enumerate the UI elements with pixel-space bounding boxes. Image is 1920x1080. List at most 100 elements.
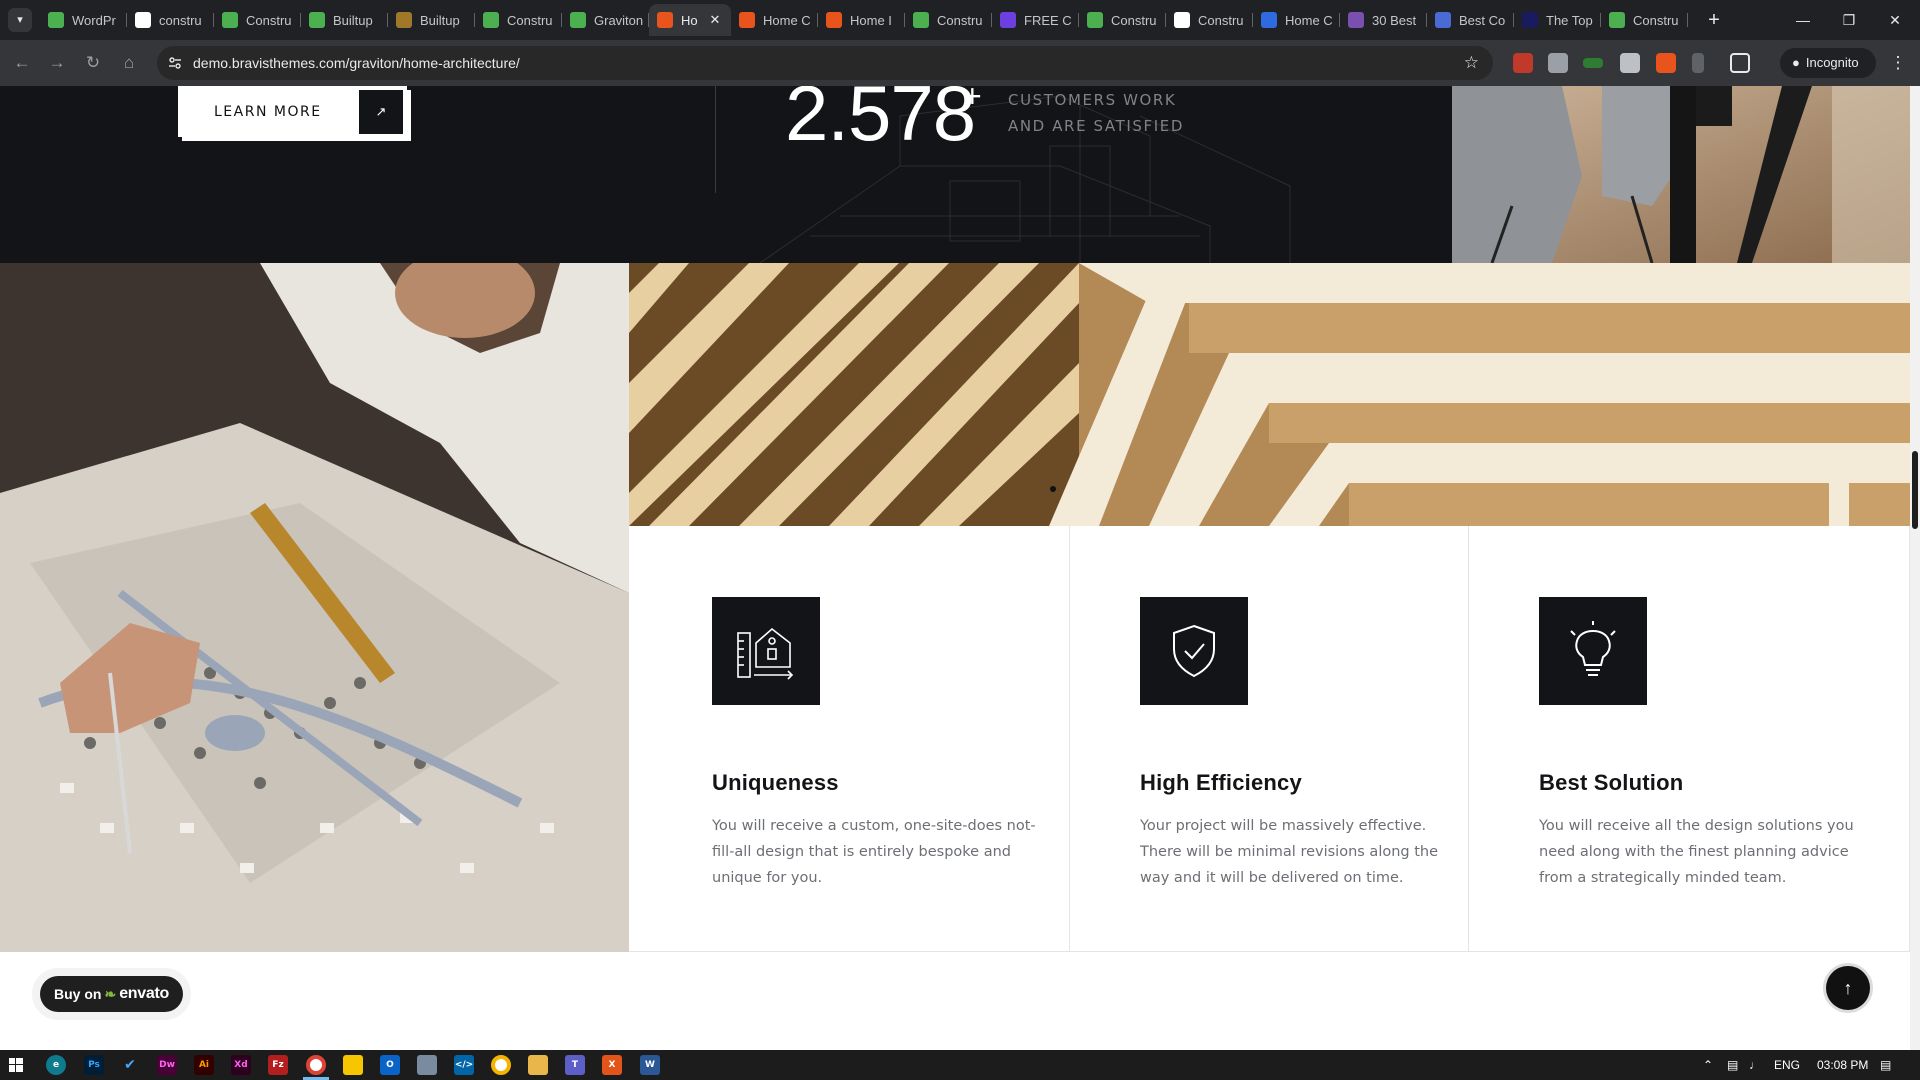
windows-taskbar: e Ps ✔ Dw Ai Xd Fz O </> T X W ⌃ ▤ ♩ ENG…: [0, 1050, 1920, 1080]
word-icon[interactable]: W: [640, 1055, 660, 1075]
outlook-icon[interactable]: O: [380, 1055, 400, 1075]
volume-icon[interactable]: ♩: [1749, 1050, 1761, 1080]
close-window-button[interactable]: ✕: [1872, 0, 1918, 40]
tray-overflow-icon[interactable]: ⌃: [1703, 1050, 1713, 1080]
tab-title: WordPr: [72, 12, 116, 28]
language-indicator[interactable]: ENG: [1774, 1050, 1800, 1080]
photoshop-icon[interactable]: Ps: [84, 1055, 104, 1075]
envato-leaf-icon: [1609, 12, 1625, 28]
extension-icon[interactable]: [1548, 53, 1568, 73]
browser-tab[interactable]: WordPr: [40, 4, 127, 36]
tab-title: Graviton: [594, 12, 644, 28]
page-scrollbar[interactable]: [1910, 86, 1920, 1050]
browser-tab[interactable]: constru: [127, 4, 214, 36]
reload-button[interactable]: ↻: [81, 51, 105, 75]
browser-toolbar: ← → ↻ ⌂ demo.bravisthemes.com/graviton/h…: [0, 40, 1920, 86]
colorlib-icon: [1348, 12, 1364, 28]
back-to-top-button[interactable]: ↑: [1826, 966, 1870, 1010]
edge-icon[interactable]: e: [46, 1055, 66, 1075]
file-explorer-icon[interactable]: [528, 1055, 548, 1075]
filezilla-icon[interactable]: Fz: [268, 1055, 288, 1075]
browser-tab[interactable]: Constru: [905, 4, 992, 36]
browser-tab[interactable]: The Top: [1514, 4, 1601, 36]
tab-title: Constru: [1111, 12, 1157, 28]
tab-close-icon[interactable]: ✕: [707, 12, 723, 28]
teams-icon[interactable]: T: [565, 1055, 585, 1075]
forward-button[interactable]: →: [45, 51, 69, 75]
browser-tab[interactable]: Ho ✕: [649, 4, 731, 36]
browser-tab[interactable]: Home C: [1253, 4, 1340, 36]
new-tab-button[interactable]: +: [1702, 8, 1726, 32]
network-icon[interactable]: ▤: [1727, 1050, 1738, 1080]
windows-start-icon[interactable]: [9, 1058, 23, 1072]
xd-icon[interactable]: Xd: [231, 1055, 251, 1075]
scrollbar-thumb[interactable]: [1912, 451, 1918, 529]
browser-tab[interactable]: Constru: [1166, 4, 1253, 36]
envato-leaf-icon: [913, 12, 929, 28]
minimize-button[interactable]: —: [1780, 0, 1826, 40]
feature-title: Uniqueness: [712, 770, 839, 795]
astra-icon: [1000, 12, 1016, 28]
illustrator-icon[interactable]: Ai: [194, 1055, 214, 1075]
builtup-icon: [396, 12, 412, 28]
browser-tab[interactable]: Constru: [1601, 4, 1688, 36]
restore-button[interactable]: ❐: [1826, 0, 1872, 40]
architect-drawing-photo: [0, 263, 629, 952]
buy-on-envato-button[interactable]: Buy on ❧ envato: [40, 976, 183, 1012]
tab-search-button[interactable]: ▾: [8, 8, 32, 32]
browser-tab[interactable]: Constru: [1079, 4, 1166, 36]
browser-tab[interactable]: Home C: [731, 4, 818, 36]
extension-icon[interactable]: [1656, 53, 1676, 73]
page-viewport: LEARN MORE ↗ 2.578 + CUSTOMERS WORK AND …: [0, 86, 1920, 1050]
vscode-icon[interactable]: </>: [454, 1055, 474, 1075]
browser-tab[interactable]: Home I: [818, 4, 905, 36]
learn-more-button[interactable]: LEARN MORE ↗: [178, 86, 407, 137]
home-button[interactable]: ⌂: [117, 51, 141, 75]
wix-icon: [1174, 12, 1190, 28]
back-button[interactable]: ←: [10, 51, 34, 75]
bookmark-star-icon[interactable]: ☆: [1464, 53, 1479, 73]
extension-icon[interactable]: [1513, 53, 1533, 73]
site-info-icon[interactable]: [167, 55, 183, 71]
graviton-icon: [657, 12, 673, 28]
browser-tab[interactable]: 30 Best: [1340, 4, 1427, 36]
extension-icon[interactable]: [1583, 58, 1603, 68]
wood-slats-photo: [629, 263, 1910, 526]
stat-number: 2.578: [785, 86, 976, 157]
clock[interactable]: 03:08 PM: [1817, 1050, 1868, 1080]
stat-suffix: +: [963, 86, 982, 114]
diamond-icon: [1435, 12, 1451, 28]
browser-tab[interactable]: Builtup: [388, 4, 475, 36]
todo-icon[interactable]: ✔: [120, 1055, 140, 1075]
notepad-icon[interactable]: [417, 1055, 437, 1075]
browser-tab[interactable]: Builtup: [301, 4, 388, 36]
y-icon: [1522, 12, 1538, 28]
browser-menu-button[interactable]: ⋮: [1886, 51, 1910, 75]
slider-pagination-dot[interactable]: [1050, 486, 1056, 492]
tab-title: Constru: [507, 12, 553, 28]
graviton-icon: [826, 12, 842, 28]
browser-tab[interactable]: Constru: [214, 4, 301, 36]
camera-extension-icon[interactable]: [1620, 53, 1640, 73]
extension-icon[interactable]: [1692, 53, 1704, 73]
browser-tab[interactable]: FREE C: [992, 4, 1079, 36]
browser-tab[interactable]: Constru: [475, 4, 562, 36]
envato-prefix: Buy on: [54, 986, 102, 1002]
xampp-icon[interactable]: X: [602, 1055, 622, 1075]
notifications-icon[interactable]: ▤: [1880, 1050, 1891, 1080]
tab-title: Builtup: [420, 12, 460, 28]
extensions-puzzle-icon[interactable]: [1730, 53, 1750, 73]
feature-card-best-solution: Best Solution You will receive all the d…: [1469, 526, 1910, 952]
lightbulb-icon: [1539, 597, 1647, 705]
chrome-canary-icon[interactable]: [491, 1055, 511, 1075]
tab-title: Home C: [763, 12, 811, 28]
chrome-icon[interactable]: [306, 1055, 326, 1075]
browser-tab[interactable]: Best Co: [1427, 4, 1514, 36]
incognito-indicator[interactable]: ● Incognito: [1780, 48, 1876, 78]
sticky-notes-icon[interactable]: [343, 1055, 363, 1075]
envato-leaf-icon: [309, 12, 325, 28]
stats-band: LEARN MORE ↗ 2.578 + CUSTOMERS WORK AND …: [0, 86, 1920, 263]
dreamweaver-icon[interactable]: Dw: [157, 1055, 177, 1075]
browser-tab[interactable]: Graviton: [562, 4, 649, 36]
address-bar[interactable]: demo.bravisthemes.com/graviton/home-arch…: [157, 46, 1493, 80]
